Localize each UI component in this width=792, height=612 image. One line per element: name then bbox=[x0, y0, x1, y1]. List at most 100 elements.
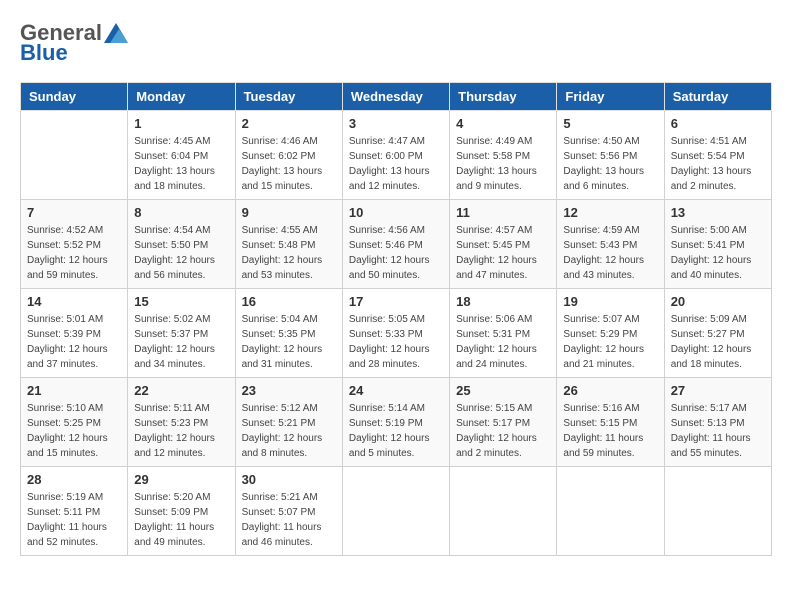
weekday-header-friday: Friday bbox=[557, 83, 664, 111]
day-number: 22 bbox=[134, 383, 228, 398]
day-number: 15 bbox=[134, 294, 228, 309]
day-info: Sunrise: 4:52 AMSunset: 5:52 PMDaylight:… bbox=[27, 223, 121, 283]
day-number: 10 bbox=[349, 205, 443, 220]
day-number: 12 bbox=[563, 205, 657, 220]
day-info: Sunrise: 4:47 AMSunset: 6:00 PMDaylight:… bbox=[349, 134, 443, 194]
day-number: 14 bbox=[27, 294, 121, 309]
logo-blue-text: Blue bbox=[20, 40, 68, 66]
calendar-cell: 20 Sunrise: 5:09 AMSunset: 5:27 PMDayligh… bbox=[664, 289, 771, 378]
day-info: Sunrise: 5:17 AMSunset: 5:13 PMDaylight:… bbox=[671, 401, 765, 461]
day-info: Sunrise: 5:14 AMSunset: 5:19 PMDaylight:… bbox=[349, 401, 443, 461]
weekday-header-thursday: Thursday bbox=[450, 83, 557, 111]
logo: General Blue bbox=[20, 20, 128, 66]
day-number: 16 bbox=[242, 294, 336, 309]
calendar-cell: 7 Sunrise: 4:52 AMSunset: 5:52 PMDaylight… bbox=[21, 200, 128, 289]
day-number: 9 bbox=[242, 205, 336, 220]
weekday-header-monday: Monday bbox=[128, 83, 235, 111]
day-number: 2 bbox=[242, 116, 336, 131]
calendar-cell: 8 Sunrise: 4:54 AMSunset: 5:50 PMDaylight… bbox=[128, 200, 235, 289]
day-number: 19 bbox=[563, 294, 657, 309]
weekday-header-sunday: Sunday bbox=[21, 83, 128, 111]
day-info: Sunrise: 5:09 AMSunset: 5:27 PMDaylight:… bbox=[671, 312, 765, 372]
day-info: Sunrise: 5:12 AMSunset: 5:21 PMDaylight:… bbox=[242, 401, 336, 461]
logo-icon bbox=[104, 23, 128, 43]
day-number: 5 bbox=[563, 116, 657, 131]
calendar-cell bbox=[21, 111, 128, 200]
day-number: 13 bbox=[671, 205, 765, 220]
calendar-cell: 22 Sunrise: 5:11 AMSunset: 5:23 PMDayligh… bbox=[128, 378, 235, 467]
weekday-header-tuesday: Tuesday bbox=[235, 83, 342, 111]
calendar-cell bbox=[557, 467, 664, 556]
calendar-cell bbox=[450, 467, 557, 556]
day-number: 29 bbox=[134, 472, 228, 487]
day-number: 17 bbox=[349, 294, 443, 309]
calendar-cell: 9 Sunrise: 4:55 AMSunset: 5:48 PMDaylight… bbox=[235, 200, 342, 289]
page-header: General Blue bbox=[20, 20, 772, 66]
calendar-cell: 29 Sunrise: 5:20 AMSunset: 5:09 PMDayligh… bbox=[128, 467, 235, 556]
calendar-cell: 12 Sunrise: 4:59 AMSunset: 5:43 PMDayligh… bbox=[557, 200, 664, 289]
calendar-cell: 5 Sunrise: 4:50 AMSunset: 5:56 PMDaylight… bbox=[557, 111, 664, 200]
calendar-cell: 4Sunrise: 4:49 AMSunset: 5:58 PMDaylight… bbox=[450, 111, 557, 200]
calendar-week-row: 21Sunrise: 5:10 AMSunset: 5:25 PMDayligh… bbox=[21, 378, 772, 467]
day-number: 6 bbox=[671, 116, 765, 131]
day-number: 26 bbox=[563, 383, 657, 398]
day-info: Sunrise: 5:21 AMSunset: 5:07 PMDaylight:… bbox=[242, 490, 336, 550]
day-info: Sunrise: 5:02 AMSunset: 5:37 PMDaylight:… bbox=[134, 312, 228, 372]
calendar-cell: 11 Sunrise: 4:57 AMSunset: 5:45 PMDayligh… bbox=[450, 200, 557, 289]
calendar-cell: 13 Sunrise: 5:00 AMSunset: 5:41 PMDayligh… bbox=[664, 200, 771, 289]
calendar-cell: 24 Sunrise: 5:14 AMSunset: 5:19 PMDayligh… bbox=[342, 378, 449, 467]
day-number: 28 bbox=[27, 472, 121, 487]
day-number: 25 bbox=[456, 383, 550, 398]
calendar-week-row: 1Sunrise: 4:45 AMSunset: 6:04 PMDaylight… bbox=[21, 111, 772, 200]
day-number: 18 bbox=[456, 294, 550, 309]
day-info: Sunrise: 5:07 AMSunset: 5:29 PMDaylight:… bbox=[563, 312, 657, 372]
day-info: Sunrise: 4:55 AMSunset: 5:48 PMDaylight:… bbox=[242, 223, 336, 283]
day-info: Sunrise: 4:45 AMSunset: 6:04 PMDaylight:… bbox=[134, 134, 228, 194]
day-info: Sunrise: 5:19 AMSunset: 5:11 PMDaylight:… bbox=[27, 490, 121, 550]
day-info: Sunrise: 4:56 AMSunset: 5:46 PMDaylight:… bbox=[349, 223, 443, 283]
calendar-cell: 15 Sunrise: 5:02 AMSunset: 5:37 PMDayligh… bbox=[128, 289, 235, 378]
calendar-cell: 17 Sunrise: 5:05 AMSunset: 5:33 PMDayligh… bbox=[342, 289, 449, 378]
day-info: Sunrise: 5:00 AMSunset: 5:41 PMDaylight:… bbox=[671, 223, 765, 283]
day-info: Sunrise: 5:06 AMSunset: 5:31 PMDaylight:… bbox=[456, 312, 550, 372]
calendar-cell bbox=[664, 467, 771, 556]
calendar-cell: 10 Sunrise: 4:56 AMSunset: 5:46 PMDayligh… bbox=[342, 200, 449, 289]
day-number: 7 bbox=[27, 205, 121, 220]
day-number: 20 bbox=[671, 294, 765, 309]
day-info: Sunrise: 5:01 AMSunset: 5:39 PMDaylight:… bbox=[27, 312, 121, 372]
day-info: Sunrise: 5:05 AMSunset: 5:33 PMDaylight:… bbox=[349, 312, 443, 372]
calendar-cell: 21Sunrise: 5:10 AMSunset: 5:25 PMDayligh… bbox=[21, 378, 128, 467]
day-number: 11 bbox=[456, 205, 550, 220]
day-info: Sunrise: 5:15 AMSunset: 5:17 PMDaylight:… bbox=[456, 401, 550, 461]
day-info: Sunrise: 5:10 AMSunset: 5:25 PMDaylight:… bbox=[27, 401, 121, 461]
calendar-table: SundayMondayTuesdayWednesdayThursdayFrid… bbox=[20, 82, 772, 556]
day-info: Sunrise: 5:04 AMSunset: 5:35 PMDaylight:… bbox=[242, 312, 336, 372]
day-info: Sunrise: 4:50 AMSunset: 5:56 PMDaylight:… bbox=[563, 134, 657, 194]
day-number: 8 bbox=[134, 205, 228, 220]
day-info: Sunrise: 5:11 AMSunset: 5:23 PMDaylight:… bbox=[134, 401, 228, 461]
calendar-cell: 16 Sunrise: 5:04 AMSunset: 5:35 PMDayligh… bbox=[235, 289, 342, 378]
calendar-cell: 19 Sunrise: 5:07 AMSunset: 5:29 PMDayligh… bbox=[557, 289, 664, 378]
calendar-cell: 1Sunrise: 4:45 AMSunset: 6:04 PMDaylight… bbox=[128, 111, 235, 200]
day-info: Sunrise: 5:20 AMSunset: 5:09 PMDaylight:… bbox=[134, 490, 228, 550]
weekday-header-row: SundayMondayTuesdayWednesdayThursdayFrid… bbox=[21, 83, 772, 111]
day-info: Sunrise: 4:59 AMSunset: 5:43 PMDaylight:… bbox=[563, 223, 657, 283]
calendar-week-row: 7 Sunrise: 4:52 AMSunset: 5:52 PMDaylight… bbox=[21, 200, 772, 289]
calendar-cell bbox=[342, 467, 449, 556]
weekday-header-saturday: Saturday bbox=[664, 83, 771, 111]
calendar-cell: 23 Sunrise: 5:12 AMSunset: 5:21 PMDayligh… bbox=[235, 378, 342, 467]
calendar-cell: 30Sunrise: 5:21 AMSunset: 5:07 PMDayligh… bbox=[235, 467, 342, 556]
day-number: 4 bbox=[456, 116, 550, 131]
day-info: Sunrise: 4:51 AMSunset: 5:54 PMDaylight:… bbox=[671, 134, 765, 194]
day-info: Sunrise: 4:57 AMSunset: 5:45 PMDaylight:… bbox=[456, 223, 550, 283]
day-number: 3 bbox=[349, 116, 443, 131]
day-number: 23 bbox=[242, 383, 336, 398]
calendar-cell: 26 Sunrise: 5:16 AMSunset: 5:15 PMDayligh… bbox=[557, 378, 664, 467]
day-info: Sunrise: 4:54 AMSunset: 5:50 PMDaylight:… bbox=[134, 223, 228, 283]
weekday-header-wednesday: Wednesday bbox=[342, 83, 449, 111]
calendar-week-row: 28 Sunrise: 5:19 AMSunset: 5:11 PMDayligh… bbox=[21, 467, 772, 556]
day-info: Sunrise: 4:46 AMSunset: 6:02 PMDaylight:… bbox=[242, 134, 336, 194]
day-number: 24 bbox=[349, 383, 443, 398]
calendar-cell: 14 Sunrise: 5:01 AMSunset: 5:39 PMDayligh… bbox=[21, 289, 128, 378]
day-info: Sunrise: 5:16 AMSunset: 5:15 PMDaylight:… bbox=[563, 401, 657, 461]
